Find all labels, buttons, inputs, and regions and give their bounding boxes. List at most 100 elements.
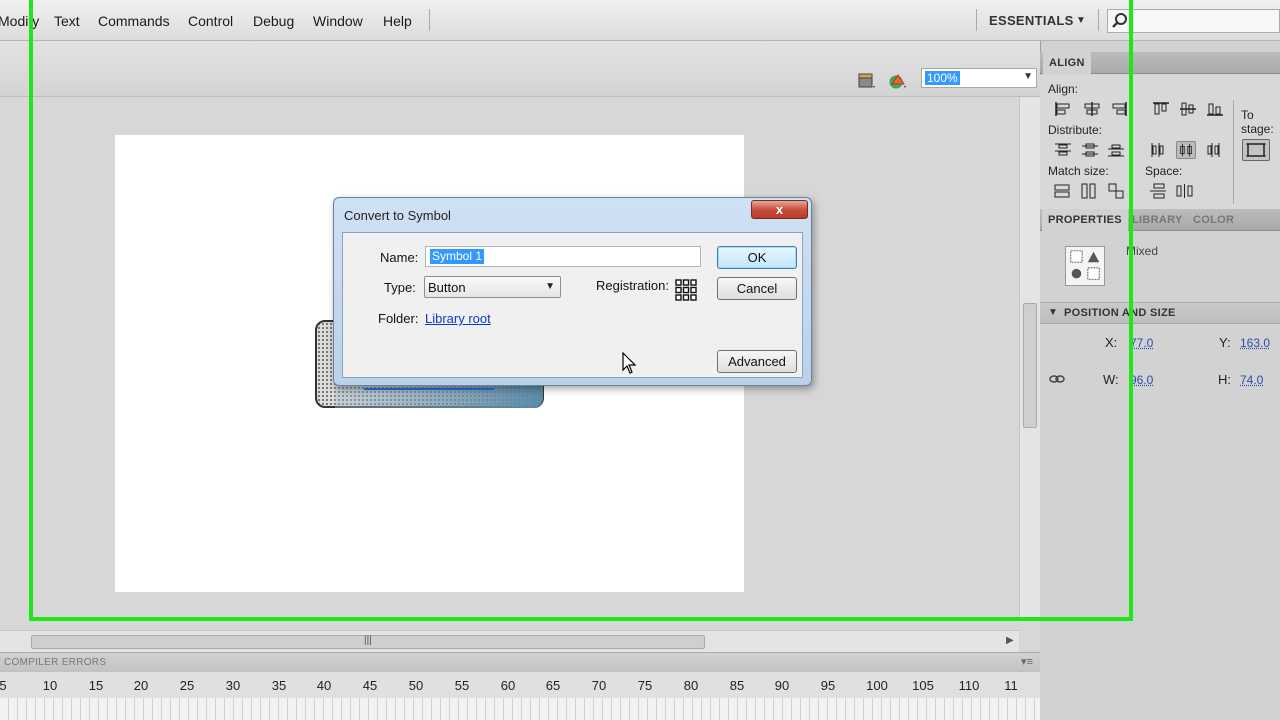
align-top-icon[interactable] — [1151, 100, 1171, 118]
menu-text[interactable]: Text — [54, 13, 80, 29]
distribute-left-icon[interactable] — [1148, 141, 1168, 159]
tab-properties[interactable]: PROPERTIES — [1042, 209, 1128, 231]
timeline-frames[interactable] — [0, 698, 1040, 720]
match-width-icon[interactable] — [1052, 182, 1072, 200]
folder-link[interactable]: Library root — [425, 311, 491, 326]
frame-number: 60 — [500, 678, 516, 693]
type-label: Type: — [384, 280, 416, 295]
match-height-icon[interactable] — [1079, 182, 1099, 200]
w-label: W: — [1103, 372, 1119, 387]
align-vertical-center-icon[interactable] — [1178, 100, 1198, 118]
symbol-name-input[interactable]: Symbol 1 — [425, 246, 701, 267]
grip-icon: ||| — [364, 635, 372, 646]
frame-number: 11 — [1004, 678, 1018, 693]
w-value[interactable]: 96.0 — [1130, 373, 1153, 387]
edit-symbols-icon[interactable] — [888, 72, 908, 90]
panel-menu-icon[interactable]: ▾≡ — [1021, 655, 1033, 668]
workspace-switcher[interactable]: ESSENTIALS — [989, 13, 1074, 28]
edit-scene-icon[interactable] — [857, 72, 877, 90]
scrollbar-thumb[interactable]: ||| — [31, 635, 705, 649]
match-width-height-icon[interactable] — [1106, 182, 1126, 200]
vertical-scrollbar[interactable] — [1019, 97, 1040, 617]
cancel-button[interactable]: Cancel — [717, 277, 797, 300]
frame-number: 30 — [225, 678, 241, 693]
tab-align[interactable]: ALIGN — [1043, 52, 1091, 74]
menu-debug[interactable]: Debug — [253, 13, 294, 29]
to-stage-icon — [1246, 143, 1266, 157]
distribute-bottom-icon[interactable] — [1106, 141, 1126, 159]
to-stage-label: To stage: — [1241, 108, 1274, 136]
menu-commands[interactable]: Commands — [98, 13, 170, 29]
search-icon — [1112, 13, 1127, 28]
lock-proportions-icon[interactable] — [1048, 372, 1066, 386]
space-label: Space: — [1145, 164, 1183, 178]
align-horizontal-center-icon[interactable] — [1082, 100, 1102, 118]
name-label: Name: — [380, 250, 419, 265]
tab-color[interactable]: COLOR — [1187, 209, 1240, 231]
folder-label: Folder: — [378, 311, 419, 326]
properties-panel-tabbar: PROPERTIES LIBRARY COLOR — [1040, 209, 1280, 231]
frame-number: 100 — [866, 678, 888, 693]
close-icon[interactable]: x — [751, 200, 808, 219]
collapse-triangle-icon[interactable]: ▼ — [1048, 307, 1058, 318]
scroll-right-icon[interactable]: ▶ — [1006, 635, 1014, 646]
compiler-errors-tab[interactable]: COMPILER ERRORS ▾≡ — [0, 652, 1040, 672]
frame-number: 70 — [591, 678, 607, 693]
frame-number: 90 — [774, 678, 790, 693]
zoom-select[interactable]: 100% ▼ — [921, 68, 1037, 88]
frame-number: 5 — [0, 678, 7, 693]
h-value[interactable]: 74.0 — [1240, 373, 1263, 387]
frame-number: 35 — [271, 678, 287, 693]
x-value[interactable]: 77.0 — [1130, 336, 1153, 350]
symbol-type-select[interactable]: Button ▼ — [424, 276, 561, 298]
align-left-icon[interactable] — [1053, 100, 1073, 118]
timeline-ruler[interactable]: 5 10 15 20 25 30 35 40 45 50 55 60 65 70… — [0, 672, 1040, 720]
menu-window[interactable]: Window — [313, 13, 363, 29]
frame-number: 75 — [637, 678, 653, 693]
distribute-top-icon[interactable] — [1053, 141, 1073, 159]
to-stage-toggle[interactable] — [1242, 139, 1270, 161]
frame-number: 25 — [179, 678, 195, 693]
help-search-input[interactable] — [1107, 9, 1280, 33]
align-panel-tabbar: ALIGN — [1040, 52, 1280, 74]
frame-number: 20 — [133, 678, 149, 693]
frame-number: 95 — [820, 678, 836, 693]
y-value[interactable]: 163.0 — [1240, 336, 1270, 350]
align-label: Align: — [1048, 82, 1079, 96]
tab-library[interactable]: LIBRARY — [1126, 209, 1189, 231]
distribute-vertical-center-icon[interactable] — [1080, 141, 1100, 159]
menu-control[interactable]: Control — [188, 13, 233, 29]
scrollbar-thumb[interactable] — [1023, 303, 1037, 428]
panel-divider — [1233, 100, 1234, 204]
ok-button[interactable]: OK — [717, 246, 797, 269]
frame-number: 50 — [408, 678, 424, 693]
menu-separator — [976, 9, 977, 31]
match-size-label: Match size: — [1048, 164, 1109, 178]
horizontal-scrollbar[interactable]: ||| ▶ — [0, 630, 1019, 652]
shape-selection-line — [364, 388, 494, 390]
position-and-size-header[interactable]: ▼ POSITION AND SIZE — [1040, 302, 1280, 324]
chevron-down-icon[interactable]: ▼ — [545, 281, 555, 292]
registration-label: Registration: — [596, 278, 669, 293]
frame-number: 110 — [958, 678, 980, 693]
space-evenly-horizontally-icon[interactable] — [1175, 182, 1195, 200]
align-right-icon[interactable] — [1109, 100, 1129, 118]
edit-bar — [0, 41, 1040, 97]
distribute-label: Distribute: — [1048, 123, 1103, 137]
space-evenly-vertically-icon[interactable] — [1148, 182, 1168, 200]
align-bottom-icon[interactable] — [1205, 100, 1225, 118]
menu-separator — [429, 9, 430, 31]
menu-separator — [1098, 9, 1099, 31]
mouse-cursor-icon — [622, 352, 637, 374]
chevron-down-icon[interactable]: ▼ — [1023, 71, 1033, 82]
chevron-down-icon[interactable]: ▼ — [1076, 15, 1086, 26]
frame-number: 40 — [316, 678, 332, 693]
distribute-horizontal-center-icon[interactable] — [1176, 141, 1196, 159]
registration-grid-icon[interactable] — [675, 279, 697, 301]
distribute-right-icon[interactable] — [1203, 141, 1223, 159]
menu-modify[interactable]: Modify — [0, 13, 39, 29]
menu-help[interactable]: Help — [383, 13, 412, 29]
symbol-name-value: Symbol 1 — [430, 249, 485, 264]
advanced-button[interactable]: Advanced — [717, 350, 797, 373]
frame-number: 65 — [545, 678, 561, 693]
